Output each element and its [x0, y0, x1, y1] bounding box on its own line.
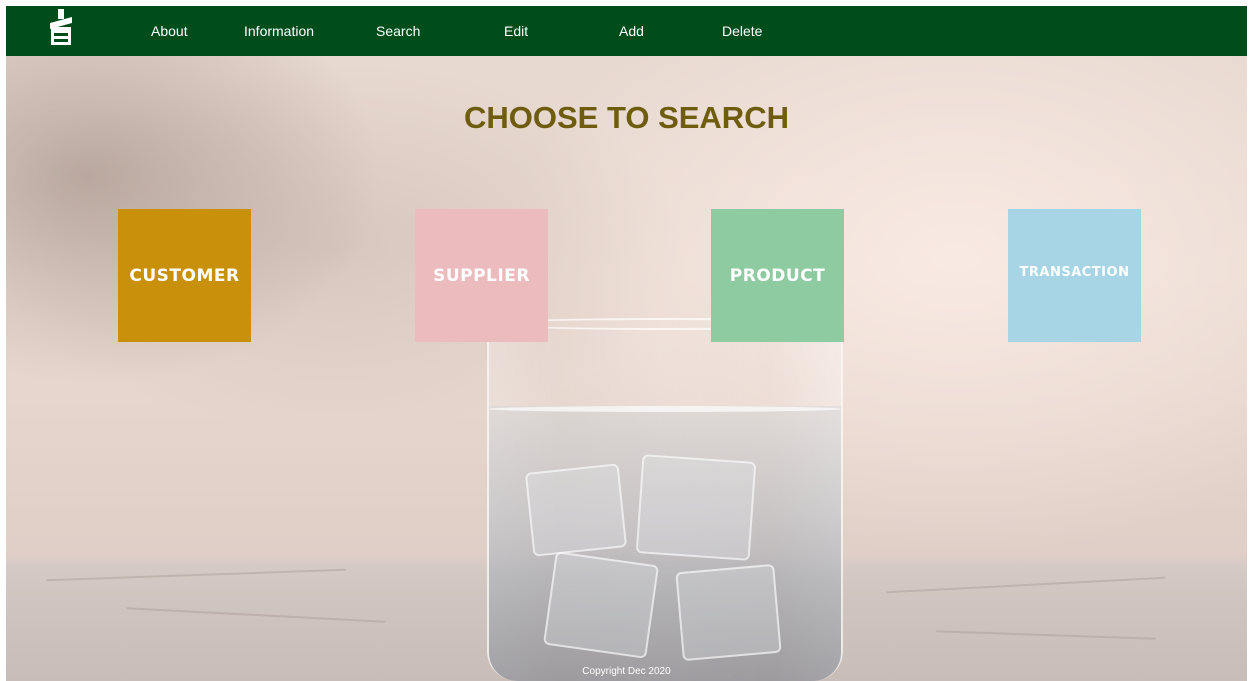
nav-add[interactable]: Add	[619, 22, 644, 40]
nav-edit[interactable]: Edit	[504, 22, 528, 40]
nav-delete[interactable]: Delete	[722, 22, 762, 40]
page-frame: About Information Search Edit Add Delete…	[6, 6, 1247, 681]
transaction-tile-label: TRANSACTION	[1019, 265, 1130, 280]
supplier-tile[interactable]: SUPPLIER	[415, 209, 548, 342]
supplier-tile-label: SUPPLIER	[433, 265, 530, 286]
store-logo-icon[interactable]	[50, 9, 72, 47]
customer-tile-label: CUSTOMER	[129, 265, 240, 286]
water-glass	[487, 318, 843, 681]
transaction-tile[interactable]: TRANSACTION	[1008, 209, 1141, 342]
copyright-text: Copyright Dec 2020	[582, 666, 671, 677]
product-tile[interactable]: PRODUCT	[711, 209, 844, 342]
nav-about[interactable]: About	[151, 22, 188, 40]
top-navbar: About Information Search Edit Add Delete	[6, 6, 1247, 56]
nav-search[interactable]: Search	[376, 22, 420, 40]
product-tile-label: PRODUCT	[729, 265, 826, 286]
page-title: CHOOSE TO SEARCH	[464, 100, 789, 135]
customer-tile[interactable]: CUSTOMER	[118, 209, 251, 342]
nav-information[interactable]: Information	[244, 22, 314, 40]
